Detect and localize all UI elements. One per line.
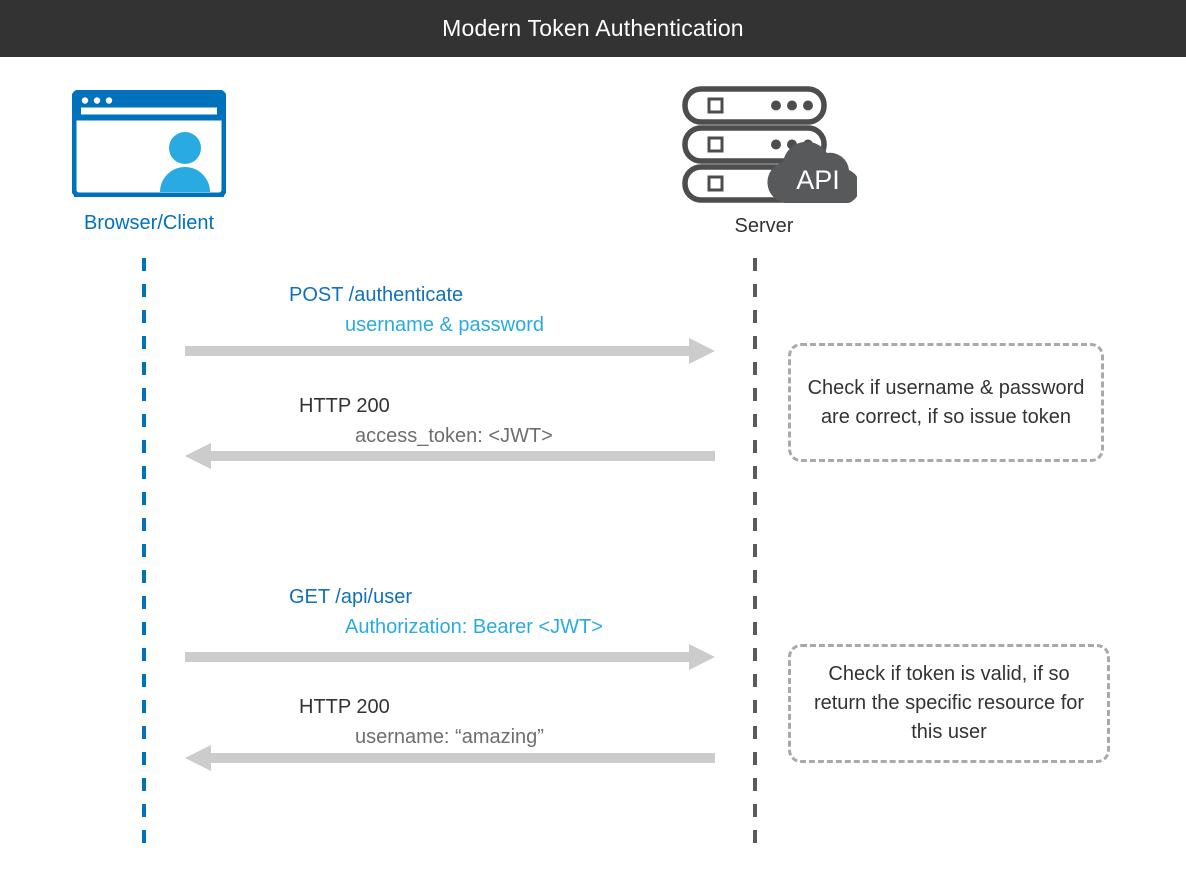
diagram-canvas: Modern Token Authentication Browser/Clie… xyxy=(0,0,1186,885)
actor-label-server: Server xyxy=(734,215,794,237)
browser-window-user-icon xyxy=(72,90,226,197)
message-label-auth-response: HTTP 200 access_token: <JWT> xyxy=(299,395,553,448)
message-line1: HTTP 200 xyxy=(299,696,390,718)
message-line2: Authorization: Bearer <JWT> xyxy=(345,616,603,638)
arrow-response-user-resource xyxy=(185,745,715,771)
message-line1: GET /api/user xyxy=(289,586,413,608)
note-verify-token: Check if token is valid, if so return th… xyxy=(788,644,1110,763)
message-line2: username & password xyxy=(345,314,544,336)
note-verify-credentials: Check if username & password are correct… xyxy=(788,343,1104,462)
arrow-request-post-authenticate xyxy=(185,338,715,364)
message-line1: POST /authenticate xyxy=(289,284,464,306)
page-title: Modern Token Authentication xyxy=(442,15,744,41)
message-label-user-response: HTTP 200 username: “amazing” xyxy=(299,696,544,749)
message-line1: HTTP 200 xyxy=(299,395,390,417)
message-label-get-api-user: GET /api/user Authorization: Bearer <JWT… xyxy=(289,586,603,639)
lifeline-client xyxy=(142,258,146,854)
arrow-response-auth-token xyxy=(185,443,715,469)
api-cloud-label: API xyxy=(796,165,840,195)
arrow-request-get-api-user xyxy=(185,644,715,670)
actor-label-client: Browser/Client xyxy=(83,212,215,234)
message-label-post-authenticate: POST /authenticate username & password xyxy=(289,284,544,337)
lifeline-server xyxy=(753,258,757,854)
title-bar: Modern Token Authentication xyxy=(0,0,1186,57)
server-rack-api-cloud-icon: API xyxy=(682,86,857,203)
